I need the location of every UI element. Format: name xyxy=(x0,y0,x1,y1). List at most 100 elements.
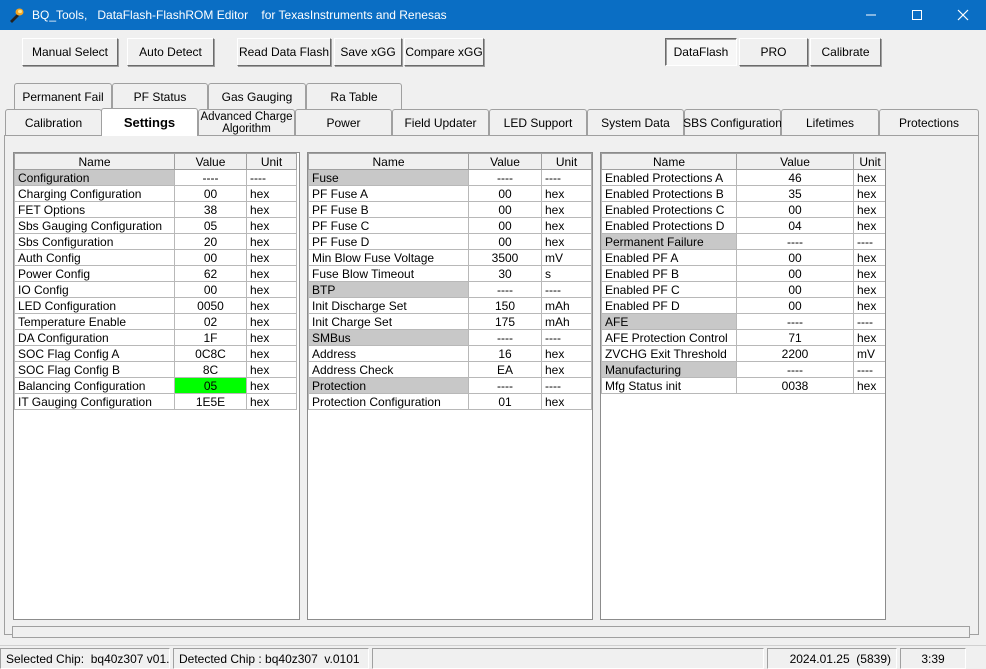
value-cell[interactable]: 00 xyxy=(736,297,854,314)
column-header-name[interactable]: Name xyxy=(14,153,175,170)
table-row[interactable]: IO Config 00 hex xyxy=(14,281,297,298)
value-cell[interactable]: 00 xyxy=(174,249,247,266)
close-button[interactable] xyxy=(940,0,986,30)
pro-button[interactable]: PRO xyxy=(739,38,808,66)
table-row[interactable]: SOC Flag Config B 8C hex xyxy=(14,361,297,378)
table-row[interactable]: Protection Configuration 01 hex xyxy=(308,393,592,410)
value-cell[interactable]: 05 xyxy=(174,217,247,234)
table-row[interactable]: Enabled Protections B 35 hex xyxy=(601,185,885,202)
value-cell[interactable]: 00 xyxy=(736,265,854,282)
table-row[interactable]: Enabled PF C 00 hex xyxy=(601,281,885,298)
calibrate-button[interactable]: Calibrate xyxy=(810,38,881,66)
value-cell[interactable]: 20 xyxy=(174,233,247,250)
table-row[interactable]: PF Fuse B 00 hex xyxy=(308,201,592,218)
table-row[interactable]: Enabled Protections D 04 hex xyxy=(601,217,885,234)
tab-field-updater[interactable]: Field Updater xyxy=(392,109,489,135)
value-cell[interactable]: 16 xyxy=(468,345,542,362)
section-header-row[interactable]: Protection ---- ---- xyxy=(308,377,592,394)
table-row[interactable]: Sbs Gauging Configuration 05 hex xyxy=(14,217,297,234)
table-row[interactable]: Power Config 62 hex xyxy=(14,265,297,282)
value-cell[interactable]: 30 xyxy=(468,265,542,282)
table-row[interactable]: Address 16 hex xyxy=(308,345,592,362)
table-row[interactable]: Init Discharge Set 150 mAh xyxy=(308,297,592,314)
table-row[interactable]: Mfg Status init 0038 hex xyxy=(601,377,885,394)
table-row[interactable]: Auth Config 00 hex xyxy=(14,249,297,266)
value-cell[interactable]: 35 xyxy=(736,185,854,202)
table-row[interactable]: Temperature Enable 02 hex xyxy=(14,313,297,330)
value-cell[interactable]: 00 xyxy=(736,249,854,266)
table-row[interactable]: AFE Protection Control 71 hex xyxy=(601,329,885,346)
table-row[interactable]: Min Blow Fuse Voltage 3500 mV xyxy=(308,249,592,266)
column-header-value[interactable]: Value xyxy=(174,153,247,170)
value-cell[interactable]: 46 xyxy=(736,169,854,186)
tab-system-data[interactable]: System Data xyxy=(587,109,684,135)
value-cell[interactable]: 2200 xyxy=(736,345,854,362)
save-xgg-button[interactable]: Save xGG xyxy=(334,38,402,66)
table-row[interactable]: Init Charge Set 175 mAh xyxy=(308,313,592,330)
value-cell[interactable]: 00 xyxy=(468,201,542,218)
tab-settings[interactable]: Settings xyxy=(101,108,198,136)
table-row[interactable]: Balancing Configuration 05 hex xyxy=(14,377,297,394)
maximize-button[interactable] xyxy=(894,0,940,30)
value-cell[interactable]: 00 xyxy=(468,217,542,234)
table-row[interactable]: IT Gauging Configuration 1E5E hex xyxy=(14,393,297,410)
table-row[interactable]: Enabled PF D 00 hex xyxy=(601,297,885,314)
tab-advanced-charge-algorithm[interactable]: Advanced Charge Algorithm xyxy=(198,109,295,135)
table-row[interactable]: FET Options 38 hex xyxy=(14,201,297,218)
table-row[interactable]: DA Configuration 1F hex xyxy=(14,329,297,346)
dataflash-button[interactable]: DataFlash xyxy=(665,38,737,66)
value-cell[interactable]: 00 xyxy=(468,185,542,202)
column-header-unit[interactable]: Unit xyxy=(541,153,592,170)
value-cell[interactable]: 04 xyxy=(736,217,854,234)
compare-xgg-button[interactable]: Compare xGG xyxy=(404,38,484,66)
table-row[interactable]: PF Fuse D 00 hex xyxy=(308,233,592,250)
value-cell[interactable]: 0038 xyxy=(736,377,854,394)
value-cell[interactable]: 8C xyxy=(174,361,247,378)
value-cell[interactable]: 150 xyxy=(468,297,542,314)
section-header-row[interactable]: Manufacturing ---- ---- xyxy=(601,361,885,378)
table-row[interactable]: Enabled Protections A 46 hex xyxy=(601,169,885,186)
tab-gas-gauging[interactable]: Gas Gauging xyxy=(208,83,306,109)
value-cell[interactable]: 00 xyxy=(736,281,854,298)
table-row[interactable]: Enabled PF B 00 hex xyxy=(601,265,885,282)
tab-led-support[interactable]: LED Support xyxy=(489,109,587,135)
table-row[interactable]: ZVCHG Exit Threshold 2200 mV xyxy=(601,345,885,362)
value-cell[interactable]: 00 xyxy=(468,233,542,250)
value-cell[interactable]: 3500 xyxy=(468,249,542,266)
column-header-value[interactable]: Value xyxy=(468,153,542,170)
tab-lifetimes[interactable]: Lifetimes xyxy=(781,109,879,135)
minimize-button[interactable] xyxy=(848,0,894,30)
table-row[interactable]: PF Fuse A 00 hex xyxy=(308,185,592,202)
tab-power[interactable]: Power xyxy=(295,109,392,135)
table-row[interactable]: LED Configuration 0050 hex xyxy=(14,297,297,314)
value-cell[interactable]: 62 xyxy=(174,265,247,282)
table-row[interactable]: Enabled PF A 00 hex xyxy=(601,249,885,266)
section-header-row[interactable]: BTP ---- ---- xyxy=(308,281,592,298)
column-header-unit[interactable]: Unit xyxy=(246,153,297,170)
table-row[interactable]: Address Check EA hex xyxy=(308,361,592,378)
value-cell[interactable]: 02 xyxy=(174,313,247,330)
value-cell[interactable]: 1F xyxy=(174,329,247,346)
section-header-row[interactable]: AFE ---- ---- xyxy=(601,313,885,330)
value-cell[interactable]: 00 xyxy=(174,185,247,202)
column-header-unit[interactable]: Unit xyxy=(853,153,885,170)
value-cell[interactable]: 1E5E xyxy=(174,393,247,410)
auto-detect-button[interactable]: Auto Detect xyxy=(127,38,214,66)
tab-calibration[interactable]: Calibration xyxy=(5,109,102,135)
table-row[interactable]: Enabled Protections C 00 hex xyxy=(601,201,885,218)
column-header-name[interactable]: Name xyxy=(601,153,737,170)
tab-pf-status[interactable]: PF Status xyxy=(112,83,208,109)
value-cell[interactable]: 05 xyxy=(174,377,247,394)
table-row[interactable]: PF Fuse C 00 hex xyxy=(308,217,592,234)
read-data-flash-button[interactable]: Read Data Flash xyxy=(237,38,331,66)
table-row[interactable]: Sbs Configuration 20 hex xyxy=(14,233,297,250)
section-header-row[interactable]: Configuration ---- ---- xyxy=(14,169,297,186)
value-cell[interactable]: 00 xyxy=(174,281,247,298)
value-cell[interactable]: 71 xyxy=(736,329,854,346)
section-header-row[interactable]: SMBus ---- ---- xyxy=(308,329,592,346)
horizontal-scrollbar[interactable] xyxy=(12,626,970,638)
section-header-row[interactable]: Permanent Failure ---- ---- xyxy=(601,233,885,250)
value-cell[interactable]: 38 xyxy=(174,201,247,218)
table-row[interactable]: SOC Flag Config A 0C8C hex xyxy=(14,345,297,362)
value-cell[interactable]: EA xyxy=(468,361,542,378)
